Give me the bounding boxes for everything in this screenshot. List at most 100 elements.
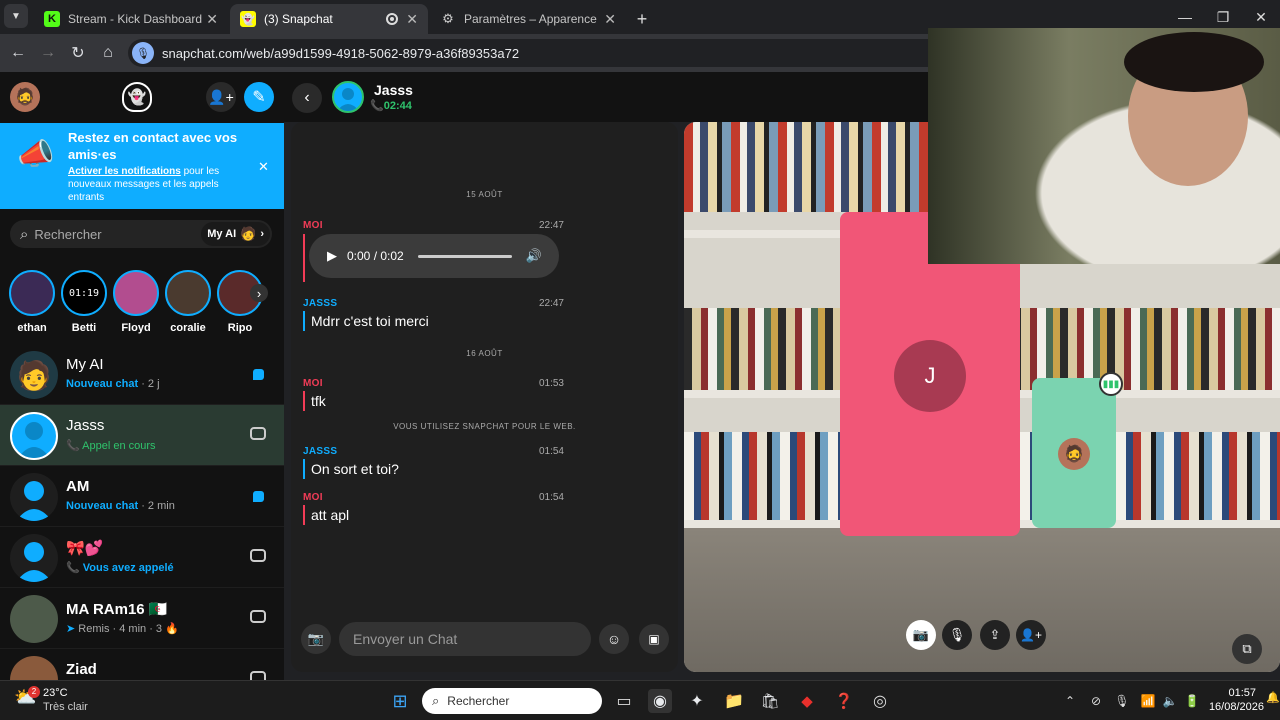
close-tab-icon[interactable]: ✕: [406, 11, 418, 28]
windows-start-icon[interactable]: ⊞: [388, 689, 412, 713]
wifi-icon[interactable]: 📶: [1136, 689, 1160, 713]
back-button[interactable]: ‹: [292, 83, 322, 113]
tab-kick-dashboard[interactable]: K Stream - Kick Dashboard ✕: [34, 4, 228, 34]
recording-icon: [386, 13, 398, 25]
microsoft-store-icon[interactable]: 🛍: [758, 689, 782, 713]
camera-icon[interactable]: [250, 427, 266, 440]
story-name: Floyd: [121, 322, 151, 334]
reload-button[interactable]: ↻: [66, 41, 90, 65]
volume-icon[interactable]: 🔊: [526, 248, 542, 264]
play-icon[interactable]: ▶: [327, 248, 337, 264]
sender-bar: [303, 234, 305, 282]
contact-name[interactable]: Jasss: [374, 82, 413, 98]
chat-row-jasss[interactable]: Jasss 📞 Appel en cours: [0, 405, 284, 466]
taskbar-search[interactable]: ⌕ Rechercher: [422, 688, 602, 714]
camera-button[interactable]: 📷: [301, 624, 331, 654]
date-separator: 15 AOÛT: [466, 190, 503, 199]
obs-icon[interactable]: ◎: [868, 689, 892, 713]
microphone-button[interactable]: 🎙: [942, 620, 972, 650]
add-friend-icon: 👤+: [208, 88, 234, 105]
notification-bell-icon[interactable]: 🔔: [1266, 691, 1280, 704]
share-screen-button[interactable]: ⇪: [980, 620, 1010, 650]
volume-tray-icon[interactable]: 🔈: [1158, 689, 1182, 713]
microphone-tray-icon[interactable]: 🎙: [1110, 689, 1134, 713]
chat-row-am[interactable]: AM Nouveau chat · 2 min: [0, 466, 284, 527]
task-view-icon[interactable]: ▭: [612, 689, 636, 713]
new-chat-button[interactable]: ✎: [244, 82, 274, 112]
chevron-down-icon: ▼: [11, 10, 21, 22]
story-coralie[interactable]: coralie: [165, 270, 211, 334]
tab-snapchat[interactable]: 👻 (3) Snapchat ✕: [230, 4, 428, 34]
story-floyd[interactable]: Floyd: [113, 270, 159, 334]
microphone-icon: 🎙: [948, 627, 966, 642]
story-avatar: [9, 270, 55, 316]
person-hair: [1124, 32, 1264, 92]
camera-icon[interactable]: [250, 549, 266, 562]
home-button[interactable]: ⌂: [96, 41, 120, 65]
search-placeholder: Rechercher: [34, 226, 102, 242]
clock-date[interactable]: 16/08/2026: [1206, 701, 1264, 713]
close-banner-icon[interactable]: ✕: [258, 159, 269, 175]
enable-notifications-link[interactable]: Activer les notifications: [68, 166, 181, 177]
copilot-icon[interactable]: ✦: [685, 689, 709, 713]
chat-row-bows[interactable]: 🎀💕 📞 Vous avez appelé: [0, 527, 284, 588]
sender-label: MOI: [303, 220, 323, 231]
popout-button[interactable]: ⧉: [1232, 634, 1262, 664]
file-explorer-icon[interactable]: 📁: [722, 689, 746, 713]
story-ethan[interactable]: ethan: [9, 270, 55, 334]
home-icon: ⌂: [103, 44, 113, 61]
search-input[interactable]: ⌕ Rechercher My AI 🧑 ›: [10, 220, 272, 248]
chrome-icon[interactable]: ◉: [648, 689, 672, 713]
chat-status: 📞 Appel en cours: [66, 439, 156, 452]
snapchat-ghost-icon[interactable]: 👻: [122, 82, 152, 112]
forward-button[interactable]: →: [36, 41, 60, 65]
chat-row-ma-ram16[interactable]: MA RAm16 🇩🇿 ➤ Remis · 4 min · 3 🔥: [0, 588, 284, 649]
tab-list-button[interactable]: ▼: [4, 4, 28, 28]
audio-seek-bar[interactable]: [417, 254, 512, 258]
chat-row-my-ai[interactable]: 🧑 My AI Nouveau chat · 2 j: [0, 344, 284, 405]
contact-avatar[interactable]: [332, 81, 364, 113]
add-person-icon: 👤+: [1020, 628, 1042, 642]
chat-row-ziad[interactable]: Ziad: [0, 649, 284, 680]
chat-input[interactable]: Envoyer un Chat: [339, 622, 591, 656]
chat-name: MA RAm16 🇩🇿: [66, 601, 168, 618]
close-tab-icon[interactable]: ✕: [206, 11, 218, 28]
call-time: 02:44: [383, 100, 412, 112]
message-time: 22:47: [538, 298, 564, 309]
audio-player[interactable]: ▶ 0:00 / 0:02 🔊: [309, 234, 559, 278]
story-betti[interactable]: 01:19 Betti: [61, 270, 107, 334]
new-chat-icon: ✎: [252, 89, 266, 106]
participant-tile-self[interactable]: 🧔: [1032, 378, 1116, 528]
add-friend-button[interactable]: 👤+: [206, 82, 236, 112]
camera-icon[interactable]: [250, 671, 266, 680]
battery-icon[interactable]: 🔋: [1180, 689, 1204, 713]
new-tab-button[interactable]: +: [630, 4, 654, 34]
camera-off-button[interactable]: 📷: [906, 620, 936, 650]
status-text: Vous avez appelé: [82, 562, 174, 574]
camera-icon[interactable]: [250, 610, 266, 623]
story-ripo[interactable]: Ripo: [217, 270, 263, 334]
add-participant-button[interactable]: 👤+: [1016, 620, 1046, 650]
chevron-up-icon[interactable]: ⌃: [1058, 689, 1082, 713]
profile-avatar[interactable]: 🧔: [10, 82, 40, 112]
clock-time[interactable]: 01:57: [1206, 687, 1256, 699]
weather-temp[interactable]: 23°C: [43, 687, 68, 699]
back-button[interactable]: ←: [6, 41, 30, 65]
help-icon[interactable]: ❓: [832, 689, 856, 713]
my-ai-shortcut[interactable]: My AI 🧑 ›: [201, 222, 270, 246]
gallery-button[interactable]: ▣: [639, 624, 669, 654]
close-tab-icon[interactable]: ✕: [604, 11, 616, 28]
stories-next-button[interactable]: ›: [250, 284, 268, 302]
snapchat-favicon-icon: 👻: [240, 11, 256, 27]
tab-parametres[interactable]: ⚙ Paramètres – Apparence ✕: [430, 4, 626, 34]
emoji-button[interactable]: ☺: [599, 624, 629, 654]
new-chat-indicator-icon: [253, 369, 264, 380]
red-app-icon[interactable]: ◆: [795, 689, 819, 713]
network-off-icon[interactable]: ⊘: [1084, 689, 1108, 713]
microphone-site-icon[interactable]: 🎙: [132, 42, 154, 64]
avatar: [10, 656, 58, 680]
webcam-overlay: [928, 28, 1280, 264]
story-name: Betti: [71, 322, 97, 334]
system-note: VOUS UTILISEZ SNAPCHAT POUR LE WEB.: [393, 422, 576, 431]
my-ai-avatar-icon: 🧑: [240, 226, 257, 241]
